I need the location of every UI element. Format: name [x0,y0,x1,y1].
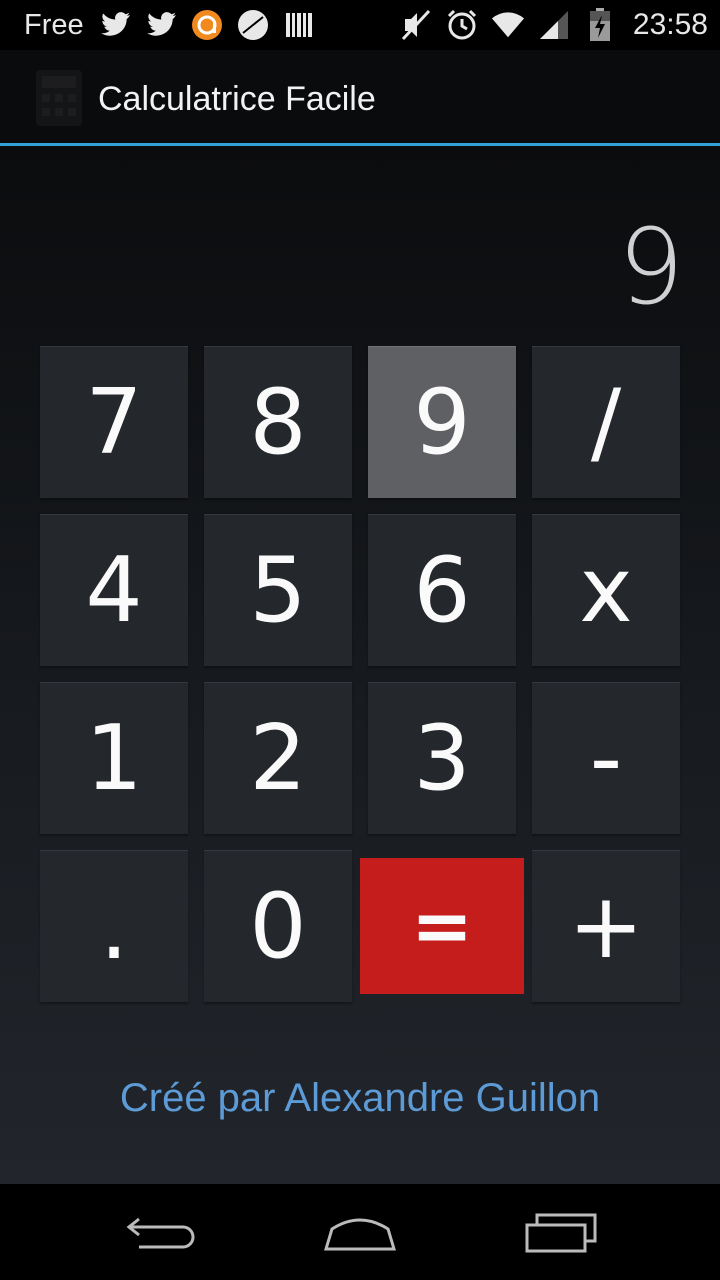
app-notification-icon [190,8,224,42]
mute-icon [399,8,433,42]
result-display: 9 [617,206,684,328]
back-button[interactable] [115,1208,205,1258]
key-1[interactable]: 1 [40,682,188,834]
recent-apps-button[interactable] [517,1208,607,1258]
home-button[interactable] [315,1208,405,1258]
alarm-icon [445,8,479,42]
key-3[interactable]: 3 [368,682,516,834]
twitter-icon [144,8,178,42]
wifi-icon [491,8,525,42]
status-bar: Free 23:58 [0,0,720,50]
battery-charging-icon [583,8,617,42]
navigation-bar [0,1184,720,1280]
key-8[interactable]: 8 [204,346,352,498]
key-7[interactable]: 7 [40,346,188,498]
key-subtract[interactable]: - [532,682,680,834]
key-decimal[interactable]: . [40,850,188,1002]
calculator-app-icon [36,70,82,126]
author-credit: Créé par Alexandre Guillon [119,1076,601,1120]
key-0[interactable]: 0 [204,850,352,1002]
key-4[interactable]: 4 [40,514,188,666]
calculator-content: 9 7 8 9 / 4 5 6 x 1 2 3 - . 0 = + Créé p… [0,146,720,1184]
action-bar: Calculatrice Facile [0,50,720,144]
sport-icon [236,8,270,42]
key-5[interactable]: 5 [204,514,352,666]
key-multiply[interactable]: x [532,514,680,666]
signal-icon [537,8,571,42]
key-equals[interactable]: = [360,858,524,994]
twitter-icon [98,8,132,42]
home-icon [323,1218,397,1251]
clock: 23:58 [632,8,708,41]
key-divide[interactable]: / [532,346,680,498]
key-9[interactable]: 9 [368,346,516,498]
barcode-icon [282,8,316,42]
key-6[interactable]: 6 [368,514,516,666]
key-2[interactable]: 2 [204,682,352,834]
key-add[interactable]: + [532,850,680,1002]
recent-apps-icon [525,1213,597,1253]
app-title: Calculatrice Facile [98,80,376,118]
back-icon [126,1217,195,1249]
carrier-label: Free [24,8,84,41]
